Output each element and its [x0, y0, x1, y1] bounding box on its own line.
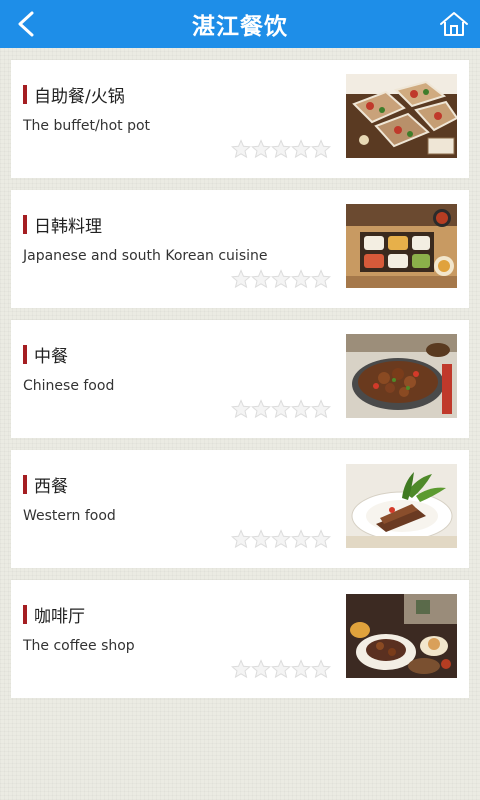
accent-bar: [23, 475, 27, 494]
back-arrow-icon: [18, 11, 34, 37]
category-title: 中餐: [34, 347, 68, 367]
accent-bar: [23, 345, 27, 364]
western-food-photo: [346, 464, 457, 548]
rating-stars: [231, 529, 331, 549]
page-title: 湛江餐饮: [192, 14, 288, 40]
star-icon: [291, 139, 311, 159]
rating-stars: [231, 269, 331, 289]
star-icon: [291, 529, 311, 549]
star-icon: [231, 269, 251, 289]
card-heading: 日韩料理: [23, 212, 102, 237]
card-heading: 咖啡厅: [23, 602, 85, 627]
star-icon: [251, 399, 271, 419]
category-card-coffee-shop[interactable]: 咖啡厅 The coffee shop: [11, 580, 469, 698]
home-button[interactable]: [436, 7, 472, 41]
star-icon: [311, 139, 331, 159]
category-card-chinese[interactable]: 中餐 Chinese food: [11, 320, 469, 438]
category-subtitle: Chinese food: [23, 378, 115, 394]
star-icon: [231, 139, 251, 159]
back-button[interactable]: [8, 6, 44, 42]
star-icon: [271, 399, 291, 419]
star-icon: [291, 659, 311, 679]
star-icon: [231, 659, 251, 679]
star-icon: [311, 269, 331, 289]
card-heading: 西餐: [23, 472, 68, 497]
chinese-food-photo: [346, 334, 457, 418]
star-icon: [291, 269, 311, 289]
japanese-food-photo: [346, 204, 457, 288]
category-card-buffet[interactable]: 自助餐/火锅 The buffet/hot pot: [11, 60, 469, 178]
star-icon: [271, 659, 291, 679]
category-subtitle: Western food: [23, 508, 116, 524]
category-title: 咖啡厅: [34, 607, 85, 627]
star-icon: [311, 399, 331, 419]
category-subtitle: The buffet/hot pot: [23, 118, 151, 134]
category-subtitle: The coffee shop: [23, 638, 135, 654]
star-icon: [251, 269, 271, 289]
category-card-western[interactable]: 西餐 Western food: [11, 450, 469, 568]
star-icon: [271, 269, 291, 289]
star-icon: [271, 529, 291, 549]
card-heading: 中餐: [23, 342, 68, 367]
accent-bar: [23, 85, 27, 104]
category-card-japanese-korean[interactable]: 日韩料理 Japanese and south Korean cuisine: [11, 190, 469, 308]
category-list: 自助餐/火锅 The buffet/hot pot 日韩料理 Japanese …: [11, 60, 469, 710]
star-icon: [251, 659, 271, 679]
rating-stars: [231, 659, 331, 679]
star-icon: [251, 139, 271, 159]
star-icon: [251, 529, 271, 549]
star-icon: [311, 659, 331, 679]
category-subtitle: Japanese and south Korean cuisine: [23, 248, 268, 264]
home-icon: [440, 12, 468, 36]
card-heading: 自助餐/火锅: [23, 82, 125, 107]
accent-bar: [23, 605, 27, 624]
star-icon: [271, 139, 291, 159]
star-icon: [231, 529, 251, 549]
star-icon: [311, 529, 331, 549]
star-icon: [291, 399, 311, 419]
coffee-shop-photo: [346, 594, 457, 678]
rating-stars: [231, 399, 331, 419]
buffet-photo: [346, 74, 457, 158]
star-icon: [231, 399, 251, 419]
rating-stars: [231, 139, 331, 159]
category-title: 日韩料理: [34, 217, 102, 237]
category-title: 自助餐/火锅: [34, 87, 125, 107]
accent-bar: [23, 215, 27, 234]
top-nav-bar: 湛江餐饮: [0, 0, 480, 48]
category-title: 西餐: [34, 477, 68, 497]
